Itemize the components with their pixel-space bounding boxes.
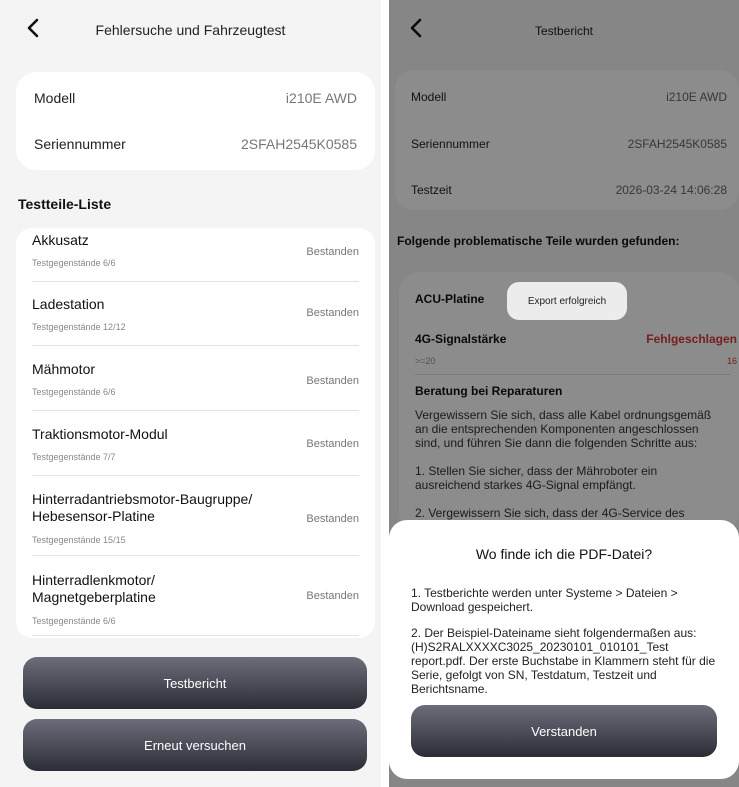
model-value: i210E AWD xyxy=(285,90,357,106)
serial-value: 2SFAH2545K0585 xyxy=(241,136,357,152)
part-count: Testgegenstände 6/6 xyxy=(32,616,116,626)
list-item[interactable]: Mähmotor Testgegenstände 6/6 Bestanden xyxy=(32,361,359,411)
part-count: Testgegenstände 6/6 xyxy=(32,258,116,268)
status-badge: Bestanden xyxy=(306,513,359,525)
status-badge: Bestanden xyxy=(306,307,359,319)
list-item[interactable]: Hinterradlenkmotor/ Magnetgeberplatine T… xyxy=(32,572,359,636)
diagnostics-screen: Fehlersuche und Fahrzeugtest Modell i210… xyxy=(0,0,381,787)
divider xyxy=(32,345,359,346)
test-report-button[interactable]: Testbericht xyxy=(23,657,367,709)
divider xyxy=(32,475,359,476)
status-badge: Bestanden xyxy=(306,590,359,602)
sheet-paragraph-2: 2. Der Beispiel-Dateiname sieht folgende… xyxy=(411,626,716,696)
list-item[interactable]: Ladestation Testgegenstände 12/12 Bestan… xyxy=(32,296,359,346)
toast-message: Export erfolgreich xyxy=(507,282,627,320)
sheet-paragraph-1: 1. Testberichte werden unter Systeme > D… xyxy=(411,586,678,614)
status-badge: Bestanden xyxy=(306,438,359,450)
list-item[interactable]: Traktionsmotor-Modul Testgegenstände 7/7… xyxy=(32,426,359,476)
part-count: Testgegenstände 6/6 xyxy=(32,387,116,397)
page-title: Fehlersuche und Fahrzeugtest xyxy=(95,22,286,38)
part-count: Testgegenstände 12/12 xyxy=(32,322,126,332)
test-report-screen: Testbericht Modell i210E AWD Seriennumme… xyxy=(389,0,739,787)
status-badge: Bestanden xyxy=(306,375,359,387)
device-info-card: Modell i210E AWD Seriennummer 2SFAH2545K… xyxy=(16,72,375,170)
understood-button[interactable]: Verstanden xyxy=(411,705,717,757)
status-badge: Bestanden xyxy=(306,246,359,258)
model-row: Modell i210E AWD xyxy=(34,78,357,118)
serial-row: Seriennummer 2SFAH2545K0585 xyxy=(34,124,357,164)
pdf-info-sheet: Wo finde ich die PDF-Datei? 1. Testberic… xyxy=(389,520,739,779)
list-item[interactable]: Hinterradantriebsmotor-Baugruppe/ Hebese… xyxy=(32,491,359,556)
divider xyxy=(32,410,359,411)
part-count: Testgegenstände 15/15 xyxy=(32,535,126,545)
serial-label: Seriennummer xyxy=(34,136,126,152)
retry-button[interactable]: Erneut versuchen xyxy=(23,719,367,771)
section-title: Testteile-Liste xyxy=(18,196,112,212)
top-bar: Fehlersuche und Fahrzeugtest xyxy=(0,10,381,50)
list-item[interactable]: Akkusatz Testgegenstände 6/6 Bestanden xyxy=(32,232,359,282)
divider xyxy=(32,635,359,636)
test-parts-list: Akkusatz Testgegenstände 6/6 Bestanden L… xyxy=(16,228,375,638)
divider xyxy=(32,281,359,282)
sheet-title: Wo finde ich die PDF-Datei? xyxy=(475,546,653,562)
model-label: Modell xyxy=(34,90,76,106)
part-count: Testgegenstände 7/7 xyxy=(32,452,116,462)
divider xyxy=(32,555,359,556)
